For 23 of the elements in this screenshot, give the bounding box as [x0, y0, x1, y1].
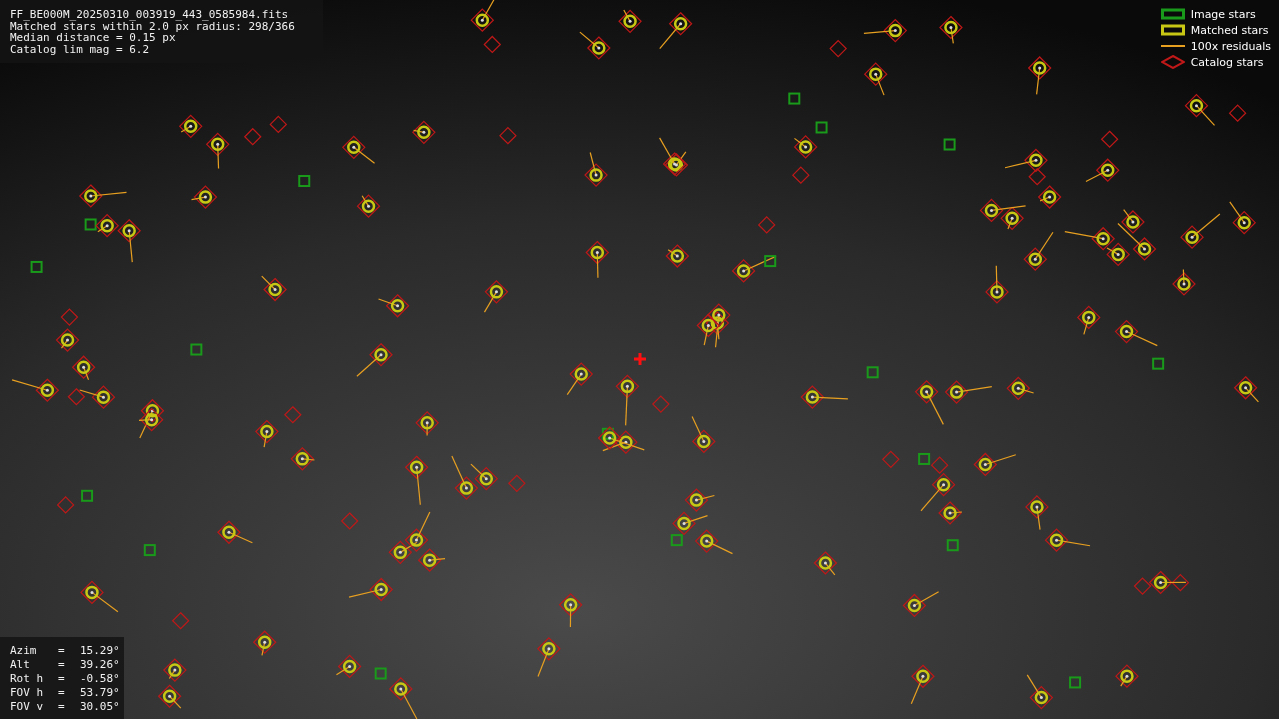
pointing-label: Alt [10, 659, 31, 671]
pointing-label: Azim [10, 645, 38, 657]
info-text: Median distance = 0.15 px [10, 32, 176, 44]
equals-sign: = [58, 673, 66, 685]
legend-label: Matched stars [1190, 23, 1269, 37]
pointing-value: 30.05° [80, 701, 120, 713]
pointing-value: 15.29° [80, 645, 120, 657]
pointing-label: Rot h [10, 673, 45, 685]
pointing-value: -0.58° [80, 673, 120, 685]
pointing-value: 53.79° [80, 687, 120, 699]
equals-sign: = [58, 687, 66, 699]
info-text: Catalog lim mag = 6.2 [10, 43, 151, 55]
info-text: FF_BE000M_20250310_003919_443_0585984.fits [10, 9, 290, 21]
equals-sign: = [58, 659, 66, 671]
pointing-label: FOV v [10, 701, 45, 713]
legend-label: Image stars [1190, 7, 1256, 21]
pointing-label: FOV h [10, 687, 45, 699]
equals-sign: = [58, 645, 66, 657]
equals-sign: = [58, 701, 66, 713]
info-text: Matched stars within 2.0 px radius: 298/366 [10, 20, 296, 32]
legend-label: 100x residuals [1190, 39, 1271, 53]
pointing-value: 39.26° [80, 659, 120, 671]
legend-label: Catalog stars [1190, 55, 1264, 69]
